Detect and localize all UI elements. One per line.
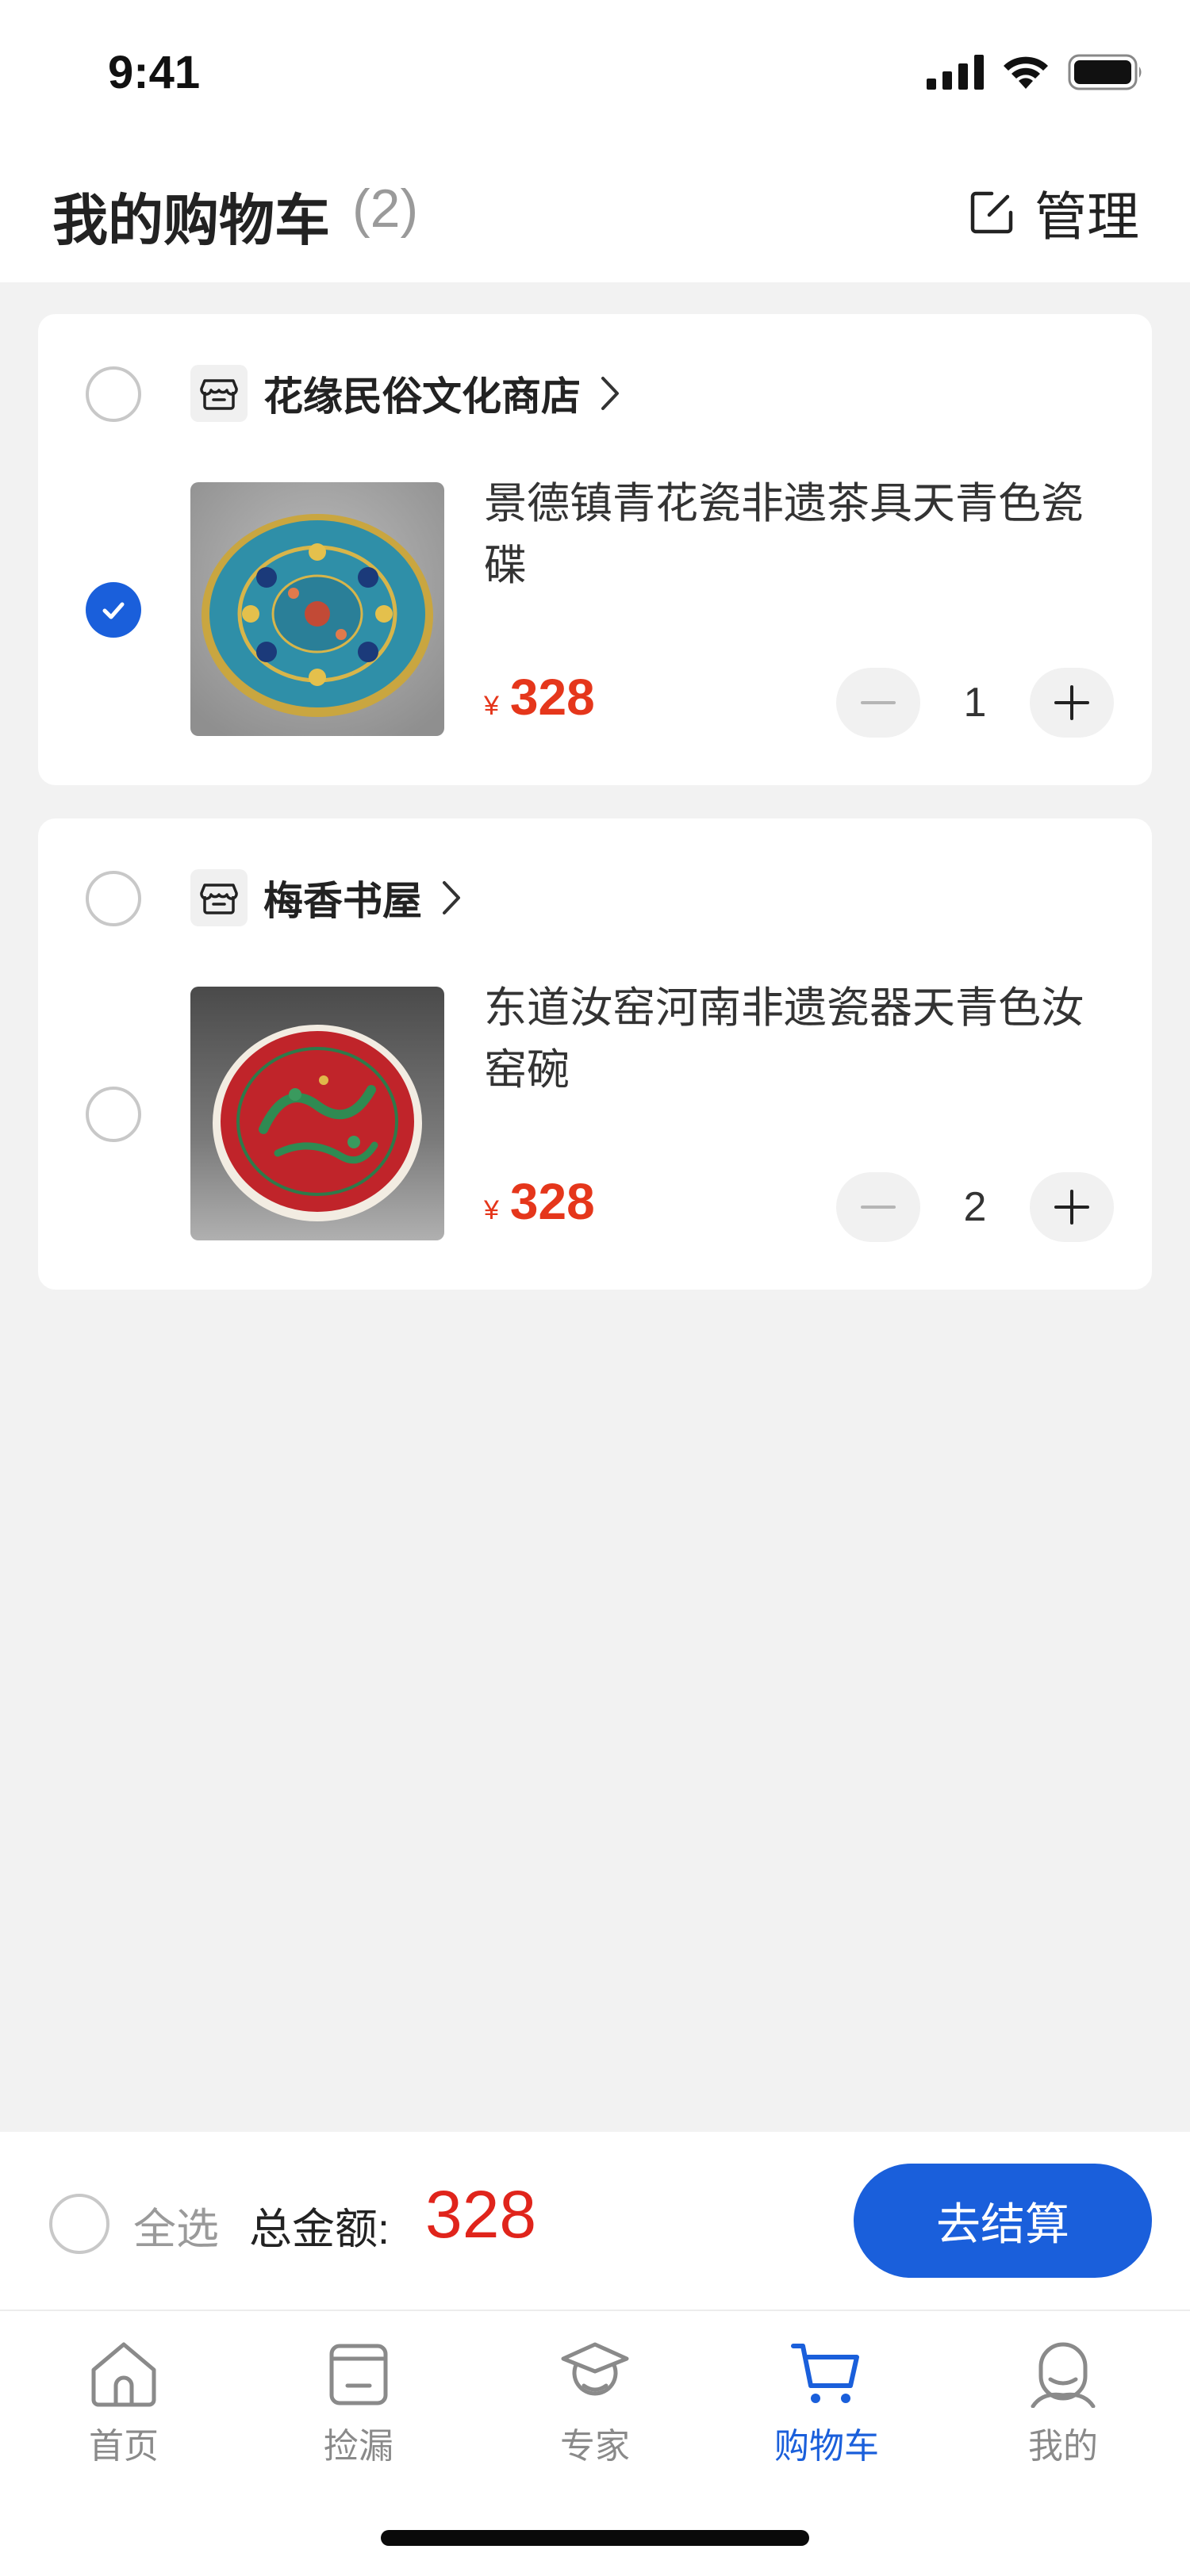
cart-icon [791, 2344, 859, 2403]
status-icons [927, 54, 1144, 90]
store-icon [190, 365, 248, 422]
shop-select-checkbox[interactable] [86, 871, 141, 926]
status-bar: 9:41 [0, 0, 1190, 143]
select-all-checkbox[interactable] [49, 2194, 109, 2254]
tab-label: 购物车 [774, 2427, 879, 2466]
chevron-right-icon [443, 881, 460, 914]
quantity-value[interactable]: 1 [920, 668, 1030, 738]
product-price: ¥ 328 [484, 1172, 595, 1231]
tab-label: 首页 [89, 2427, 159, 2466]
decrease-button[interactable] [836, 1172, 920, 1242]
currency-symbol: ¥ [484, 691, 499, 721]
bargain-icon [329, 2344, 388, 2405]
manage-button[interactable]: 管理 [968, 174, 1139, 251]
product-image[interactable] [190, 987, 444, 1240]
price-value: 328 [509, 1173, 595, 1230]
cart-shop-card: 梅香书屋 东道汝窑河南非遗瓷器天青色汝窑碗 ¥ 328 2 [38, 818, 1152, 1290]
increase-button[interactable] [1030, 668, 1114, 738]
home-icon [91, 2342, 156, 2407]
product-title[interactable]: 东道汝窑河南非遗瓷器天青色汝窑碗 [484, 977, 1119, 1101]
manage-label: 管理 [1035, 187, 1139, 246]
shop-select-checkbox[interactable] [86, 366, 141, 422]
currency-symbol: ¥ [484, 1195, 499, 1225]
quantity-stepper: 1 [836, 668, 1114, 738]
tab-label: 我的 [1028, 2427, 1098, 2466]
status-time: 9:41 [108, 47, 201, 98]
tab-profile[interactable]: 我的 [984, 2340, 1142, 2468]
decrease-button[interactable] [836, 668, 920, 738]
tab-expert[interactable]: 专家 [516, 2340, 674, 2468]
checkmark-icon [102, 602, 125, 619]
checkout-summary-bar: 全选 总金额: 328 去结算 [0, 2132, 1190, 2311]
minus-icon [861, 1206, 896, 1209]
tab-bargain[interactable]: 捡漏 [279, 2340, 438, 2468]
product-price: ¥ 328 [484, 668, 595, 726]
product-title[interactable]: 景德镇青花瓷非遗茶具天青色瓷碟 [484, 473, 1119, 596]
price-value: 328 [509, 669, 595, 726]
profile-icon [1031, 2342, 1096, 2408]
shop-link[interactable]: 梅香书屋 [190, 869, 463, 926]
quantity-stepper: 2 [836, 1172, 1114, 1242]
chevron-right-icon [601, 377, 619, 410]
tab-cart[interactable]: 购物车 [747, 2340, 906, 2468]
checkout-button[interactable]: 去结算 [854, 2164, 1152, 2278]
cart-shop-card: 花缘民俗文化商店 景德镇青花瓷非遗茶具天青色瓷碟 ¥ 328 1 [38, 314, 1152, 785]
tab-label: 专家 [560, 2427, 630, 2466]
edit-icon [970, 191, 1013, 234]
item-select-checkbox[interactable] [86, 1087, 141, 1142]
quantity-value[interactable]: 2 [920, 1172, 1030, 1242]
tab-label: 捡漏 [324, 2427, 393, 2466]
product-image[interactable] [190, 482, 444, 736]
increase-button[interactable] [1030, 1172, 1114, 1242]
battery-icon [1068, 54, 1142, 90]
cart-count: (2) [352, 178, 419, 239]
shop-name: 花缘民俗文化商店 [263, 374, 581, 419]
select-all-label[interactable]: 全选 [133, 2194, 219, 2256]
plus-icon [1054, 685, 1089, 720]
page-title: 我的购物车 [52, 190, 330, 251]
shop-name: 梅香书屋 [263, 879, 422, 923]
plus-icon [1054, 1190, 1089, 1225]
tab-home[interactable]: 首页 [44, 2340, 203, 2468]
wifi-icon [1004, 56, 1048, 89]
home-indicator [381, 2530, 809, 2546]
total-label: 总金额: [249, 2206, 390, 2253]
expert-icon [561, 2342, 629, 2396]
shop-link[interactable]: 花缘民俗文化商店 [190, 365, 622, 422]
total-amount: 328 [425, 2177, 537, 2252]
minus-icon [861, 701, 896, 704]
item-select-checkbox[interactable] [86, 582, 141, 638]
cellular-signal-icon [927, 55, 984, 90]
store-icon [190, 869, 248, 926]
header: 我的购物车 (2) 管理 [0, 143, 1190, 282]
